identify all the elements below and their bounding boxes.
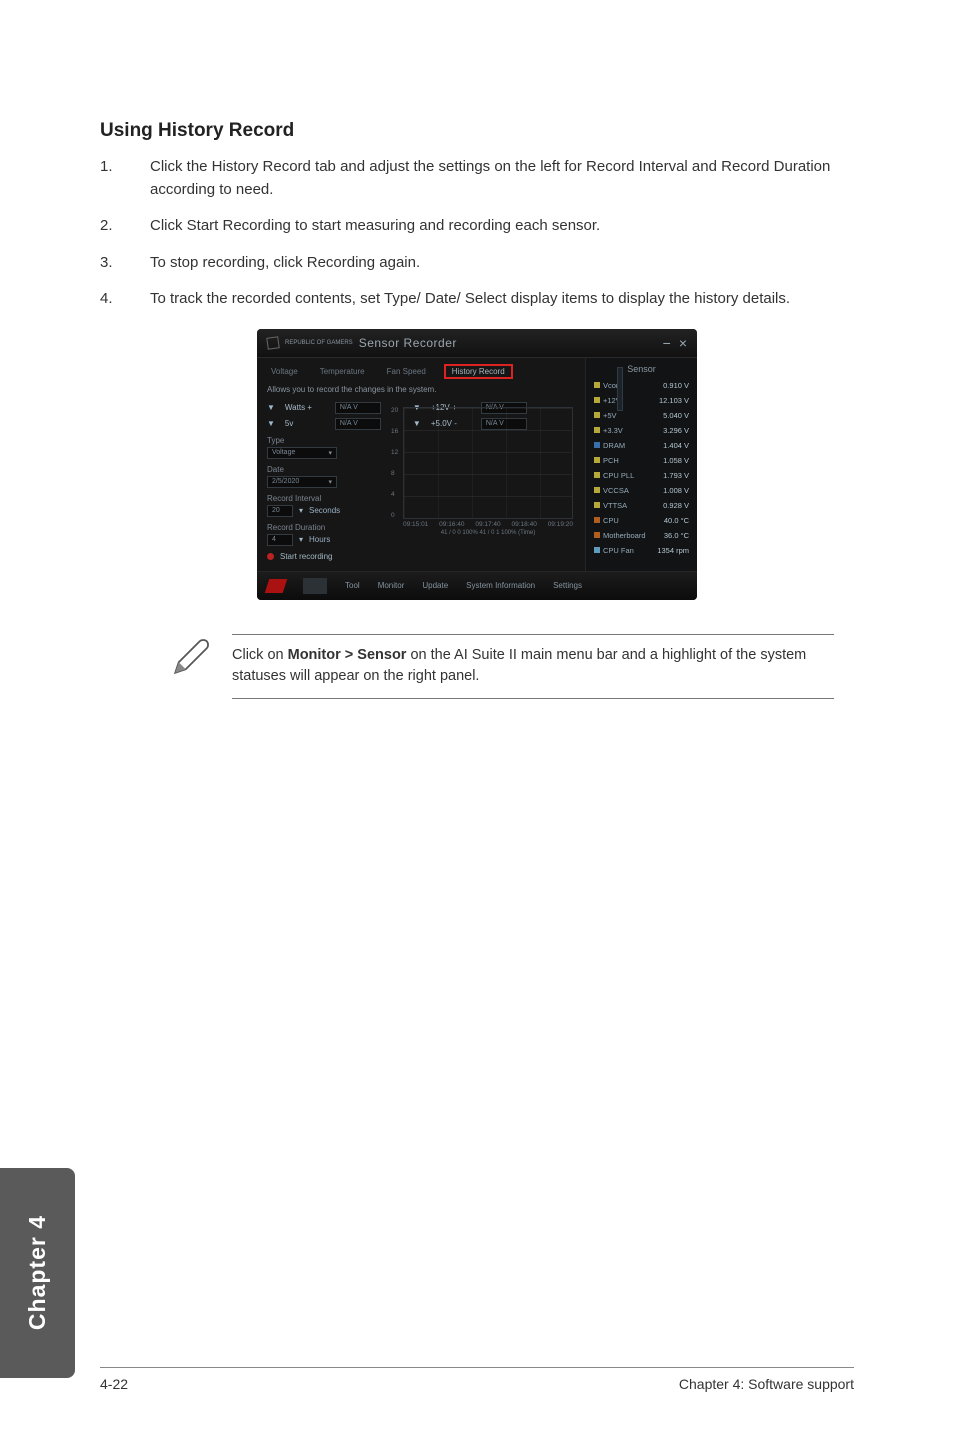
note-pencil-icon xyxy=(170,636,212,683)
note-box: Click on Monitor > Sensor on the AI Suit… xyxy=(170,634,854,700)
tab-temperature[interactable]: Temperature xyxy=(316,365,369,378)
record-interval-value[interactable]: 20 xyxy=(267,505,293,517)
chevron-down-icon: ▾ xyxy=(328,478,332,486)
sensor-color-icon xyxy=(594,427,600,433)
page-number: 4-22 xyxy=(100,1376,128,1392)
sensor-color-icon xyxy=(594,517,600,523)
window-title: Sensor Recorder xyxy=(359,336,457,350)
graph-y-scale: 20 16 12 8 4 0 xyxy=(391,407,398,519)
rog-logo-icon xyxy=(265,579,288,593)
field-watts-plus-value[interactable]: N/A V xyxy=(335,402,381,414)
close-icon[interactable]: × xyxy=(679,335,687,351)
start-recording-button[interactable]: Start recording xyxy=(267,552,575,561)
step-text: To track the recorded contents, set Type… xyxy=(150,288,854,311)
chapter-side-tab: Chapter 4 xyxy=(0,1168,75,1378)
step-text: Click Start Recording to start measuring… xyxy=(150,215,854,238)
sensor-panel-title: Sensor xyxy=(594,364,689,374)
minimize-icon[interactable]: − xyxy=(663,335,671,351)
sensor-row: +5V5.040 V xyxy=(594,408,689,423)
app-logo-icon xyxy=(266,336,280,350)
sensor-row: Vcore0.910 V xyxy=(594,378,689,393)
sensor-color-icon xyxy=(594,502,600,508)
sensor-color-icon xyxy=(594,457,600,463)
note-text: Click on Monitor > Sensor on the AI Suit… xyxy=(232,634,834,700)
record-interval-unit: Seconds xyxy=(309,506,340,515)
step-number: 2. xyxy=(100,215,150,238)
sensor-color-icon xyxy=(594,472,600,478)
sensor-color-icon xyxy=(594,397,600,403)
tab-history-record[interactable]: History Record xyxy=(444,364,513,379)
step-item: 1. Click the History Record tab and adju… xyxy=(100,156,854,201)
sensor-row: CPU40.0 °C xyxy=(594,513,689,528)
step-number: 3. xyxy=(100,252,150,275)
screenshot-wrap: REPUBLIC OF GAMERS Sensor Recorder − × V… xyxy=(100,329,854,600)
sensor-color-icon xyxy=(594,532,600,538)
start-recording-label: Start recording xyxy=(280,552,332,561)
page-footer: 4-22 Chapter 4: Software support xyxy=(100,1367,854,1392)
step-text: To stop recording, click Recording again… xyxy=(150,252,854,275)
toolbar-update[interactable]: Update xyxy=(422,581,448,590)
field-5v-minus-label: 5v xyxy=(285,419,325,428)
toolbar-settings[interactable]: Settings xyxy=(553,581,582,590)
sensor-row: VCCSA1.008 V xyxy=(594,483,689,498)
record-icon xyxy=(267,553,274,560)
graph-x-units: 41 / 0 0 100% 41 / 0 1 100% (Time) xyxy=(403,530,573,536)
step-item: 3. To stop recording, click Recording ag… xyxy=(100,252,854,275)
field-5v-minus-value[interactable]: N/A V xyxy=(335,418,381,430)
steps-list: 1. Click the History Record tab and adju… xyxy=(100,156,854,311)
sensor-color-icon xyxy=(594,412,600,418)
chevron-down-icon[interactable]: ▾ xyxy=(299,506,303,515)
sensor-row: VTTSA0.928 V xyxy=(594,498,689,513)
sensor-row: CPU Fan1354 rpm xyxy=(594,543,689,558)
tabs-row: Voltage Temperature Fan Speed History Re… xyxy=(267,364,575,379)
brand-text: REPUBLIC OF GAMERS xyxy=(285,340,353,346)
chevron-down-icon: ▾ xyxy=(328,449,332,457)
window-titlebar: REPUBLIC OF GAMERS Sensor Recorder − × xyxy=(257,329,697,358)
footer-chapter-title: Chapter 4: Software support xyxy=(679,1376,854,1392)
tab-description: Allows you to record the changes in the … xyxy=(267,385,575,394)
sensor-color-icon xyxy=(594,547,600,553)
sensor-recorder-window: REPUBLIC OF GAMERS Sensor Recorder − × V… xyxy=(257,329,697,600)
toolbar-tool[interactable]: Tool xyxy=(345,581,360,590)
scrollbar[interactable] xyxy=(617,367,623,411)
sensor-row: +12V12.103 V xyxy=(594,393,689,408)
sensor-row: PCH1.058 V xyxy=(594,453,689,468)
sensor-row: +3.3V3.296 V xyxy=(594,423,689,438)
history-graph: 09:15:01 09:16:40 09:17:40 09:18:40 09:1… xyxy=(403,407,573,519)
sensor-color-icon xyxy=(594,442,600,448)
date-select[interactable]: 2/5/2020▾ xyxy=(267,476,337,488)
tab-fan-speed[interactable]: Fan Speed xyxy=(383,365,430,378)
step-text: Click the History Record tab and adjust … xyxy=(150,156,854,201)
section-heading: Using History Record xyxy=(100,120,854,142)
sensor-color-icon xyxy=(594,382,600,388)
chapter-side-tab-label: Chapter 4 xyxy=(24,1215,51,1330)
field-watts-plus-label: Watts + xyxy=(285,403,325,412)
sensor-color-icon xyxy=(594,487,600,493)
bottom-toolbar: Tool Monitor Update System Information S… xyxy=(257,571,697,600)
toolbar-system-information[interactable]: System Information xyxy=(466,581,535,590)
type-select[interactable]: Voltage▾ xyxy=(267,447,337,459)
step-number: 4. xyxy=(100,288,150,311)
step-number: 1. xyxy=(100,156,150,201)
step-item: 4. To track the recorded contents, set T… xyxy=(100,288,854,311)
record-duration-value[interactable]: 4 xyxy=(267,534,293,546)
chevron-down-icon[interactable]: ▾ xyxy=(299,535,303,544)
sensor-row: DRAM1.404 V xyxy=(594,438,689,453)
sensor-row: CPU PLL1.793 V xyxy=(594,468,689,483)
record-duration-unit: Hours xyxy=(309,535,330,544)
sensor-row: Motherboard36.0 °C xyxy=(594,528,689,543)
toolbar-monitor[interactable]: Monitor xyxy=(378,581,405,590)
step-item: 2. Click Start Recording to start measur… xyxy=(100,215,854,238)
sensor-panel: Sensor Vcore0.910 V +12V12.103 V +5V5.04… xyxy=(585,358,697,571)
cpu-level-thumb[interactable] xyxy=(303,578,327,594)
tab-voltage[interactable]: Voltage xyxy=(267,365,302,378)
